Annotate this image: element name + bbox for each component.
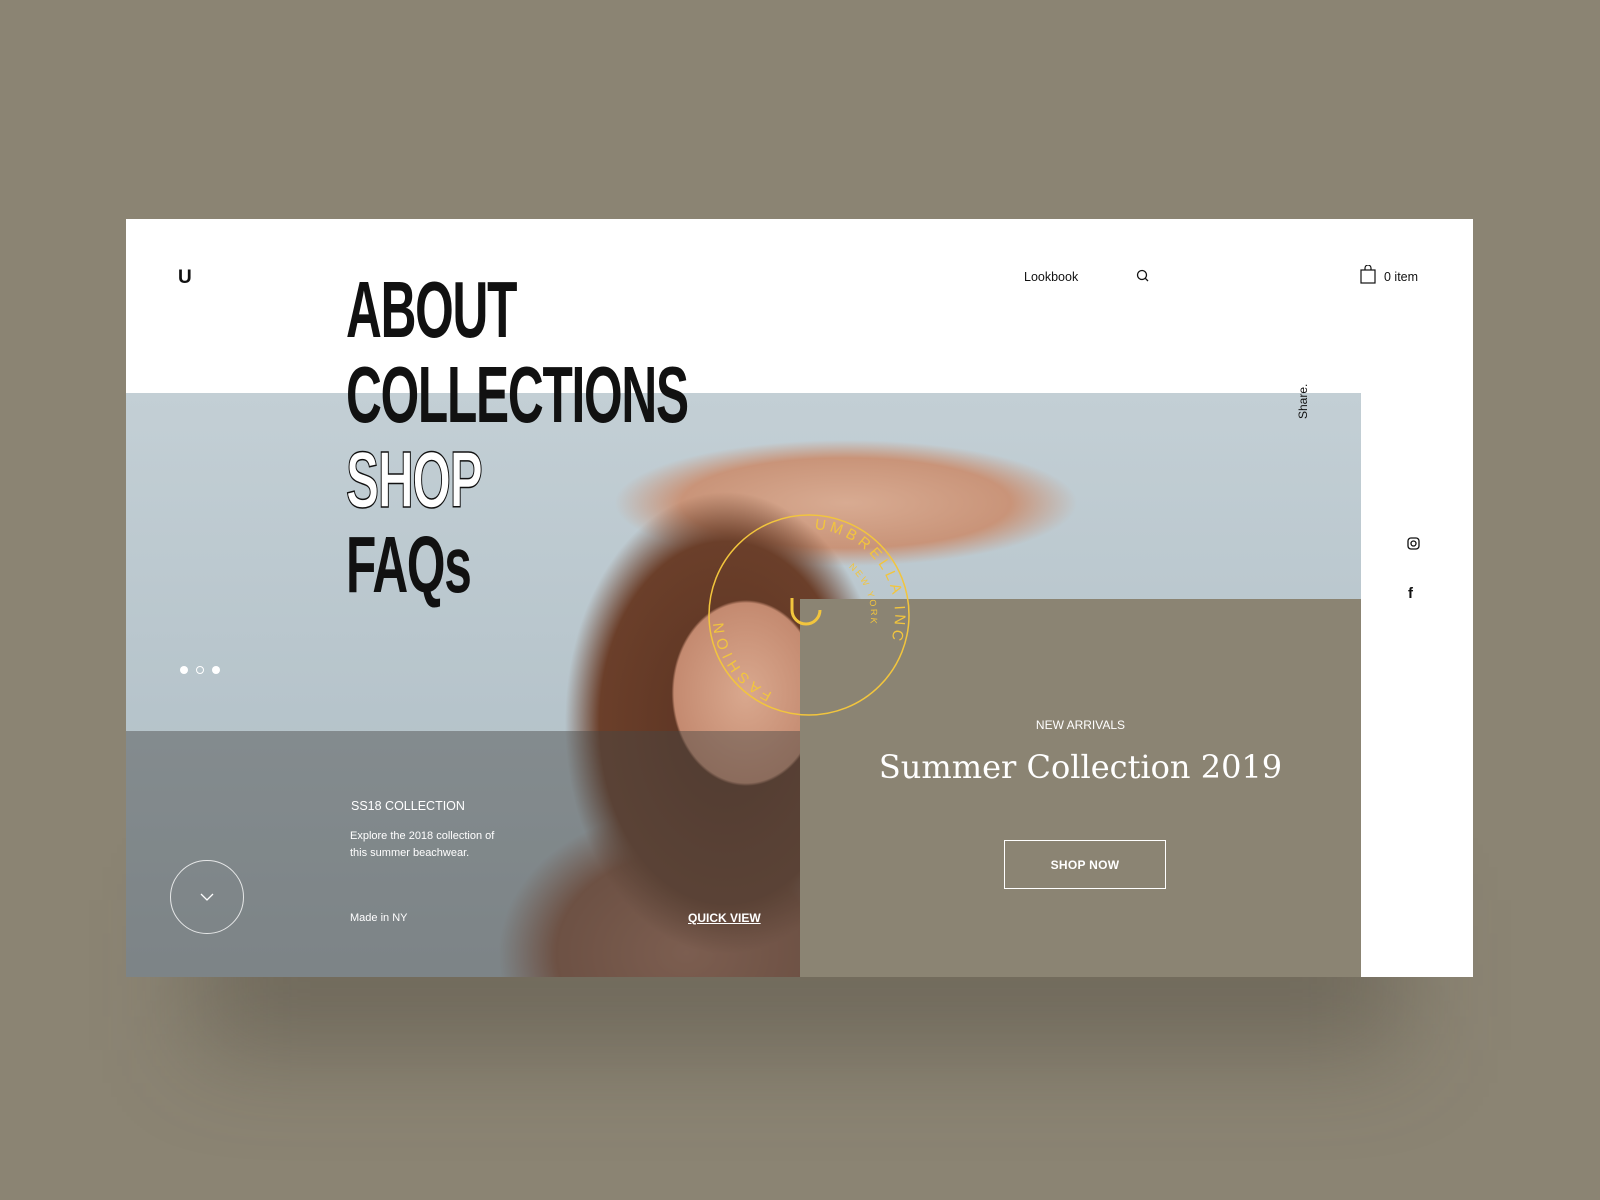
chevron-down-icon — [200, 893, 214, 901]
facebook-icon[interactable]: f — [1408, 585, 1413, 602]
feature-description: Explore the 2018 collection of this summ… — [350, 828, 494, 862]
stamp-u-mark — [790, 598, 822, 626]
svg-text:FASHION STORE: FASHION STORE — [706, 512, 774, 704]
menu-item-collections[interactable]: COLLECTIONS — [346, 352, 689, 437]
slider-dot-active[interactable] — [196, 666, 204, 674]
slider-dot[interactable] — [180, 666, 188, 674]
description-line: Explore the 2018 collection of — [350, 830, 495, 842]
search-icon[interactable] — [1136, 269, 1150, 286]
stamp-text-inner: NEW YORK — [847, 561, 877, 626]
promo-eyebrow: NEW ARRIVALS — [1035, 718, 1126, 732]
made-in-label: Made in NY — [350, 912, 408, 924]
menu-item-about[interactable]: ABOUT — [346, 267, 688, 352]
shopping-bag-icon[interactable] — [1360, 264, 1376, 287]
feature-title: SS18 COLLECTION — [351, 799, 465, 813]
svg-text:NEW YORK: NEW YORK — [847, 561, 879, 626]
instagram-icon[interactable] — [1407, 537, 1420, 555]
umbrella-stamp: UMBRELLA INC FASHION STORE NEW YORK — [706, 512, 910, 716]
promo-title: Summer Collection 2019 — [878, 748, 1283, 786]
logo[interactable]: U — [178, 267, 192, 289]
share-label: Share. — [1296, 383, 1310, 419]
slider-dots — [180, 666, 220, 674]
quick-view-link[interactable]: QUICK VIEW — [688, 911, 761, 925]
stamp-text-bottom: FASHION STORE — [706, 512, 770, 704]
scroll-down-button[interactable] — [170, 860, 244, 934]
menu-item-shop[interactable]: SHOP — [346, 436, 688, 523]
nav-lookbook[interactable]: Lookbook — [1024, 270, 1078, 284]
cart-count[interactable]: 0 item — [1384, 270, 1418, 284]
slider-dot[interactable] — [212, 666, 220, 674]
landing-page: U ABOUT COLLECTIONS SHOP FAQs Lookbook 0… — [126, 219, 1473, 977]
shop-now-button[interactable]: SHOP NOW — [1004, 840, 1166, 889]
description-line: this summer beachwear. — [350, 847, 470, 859]
menu-item-faqs[interactable]: FAQs — [346, 522, 688, 607]
